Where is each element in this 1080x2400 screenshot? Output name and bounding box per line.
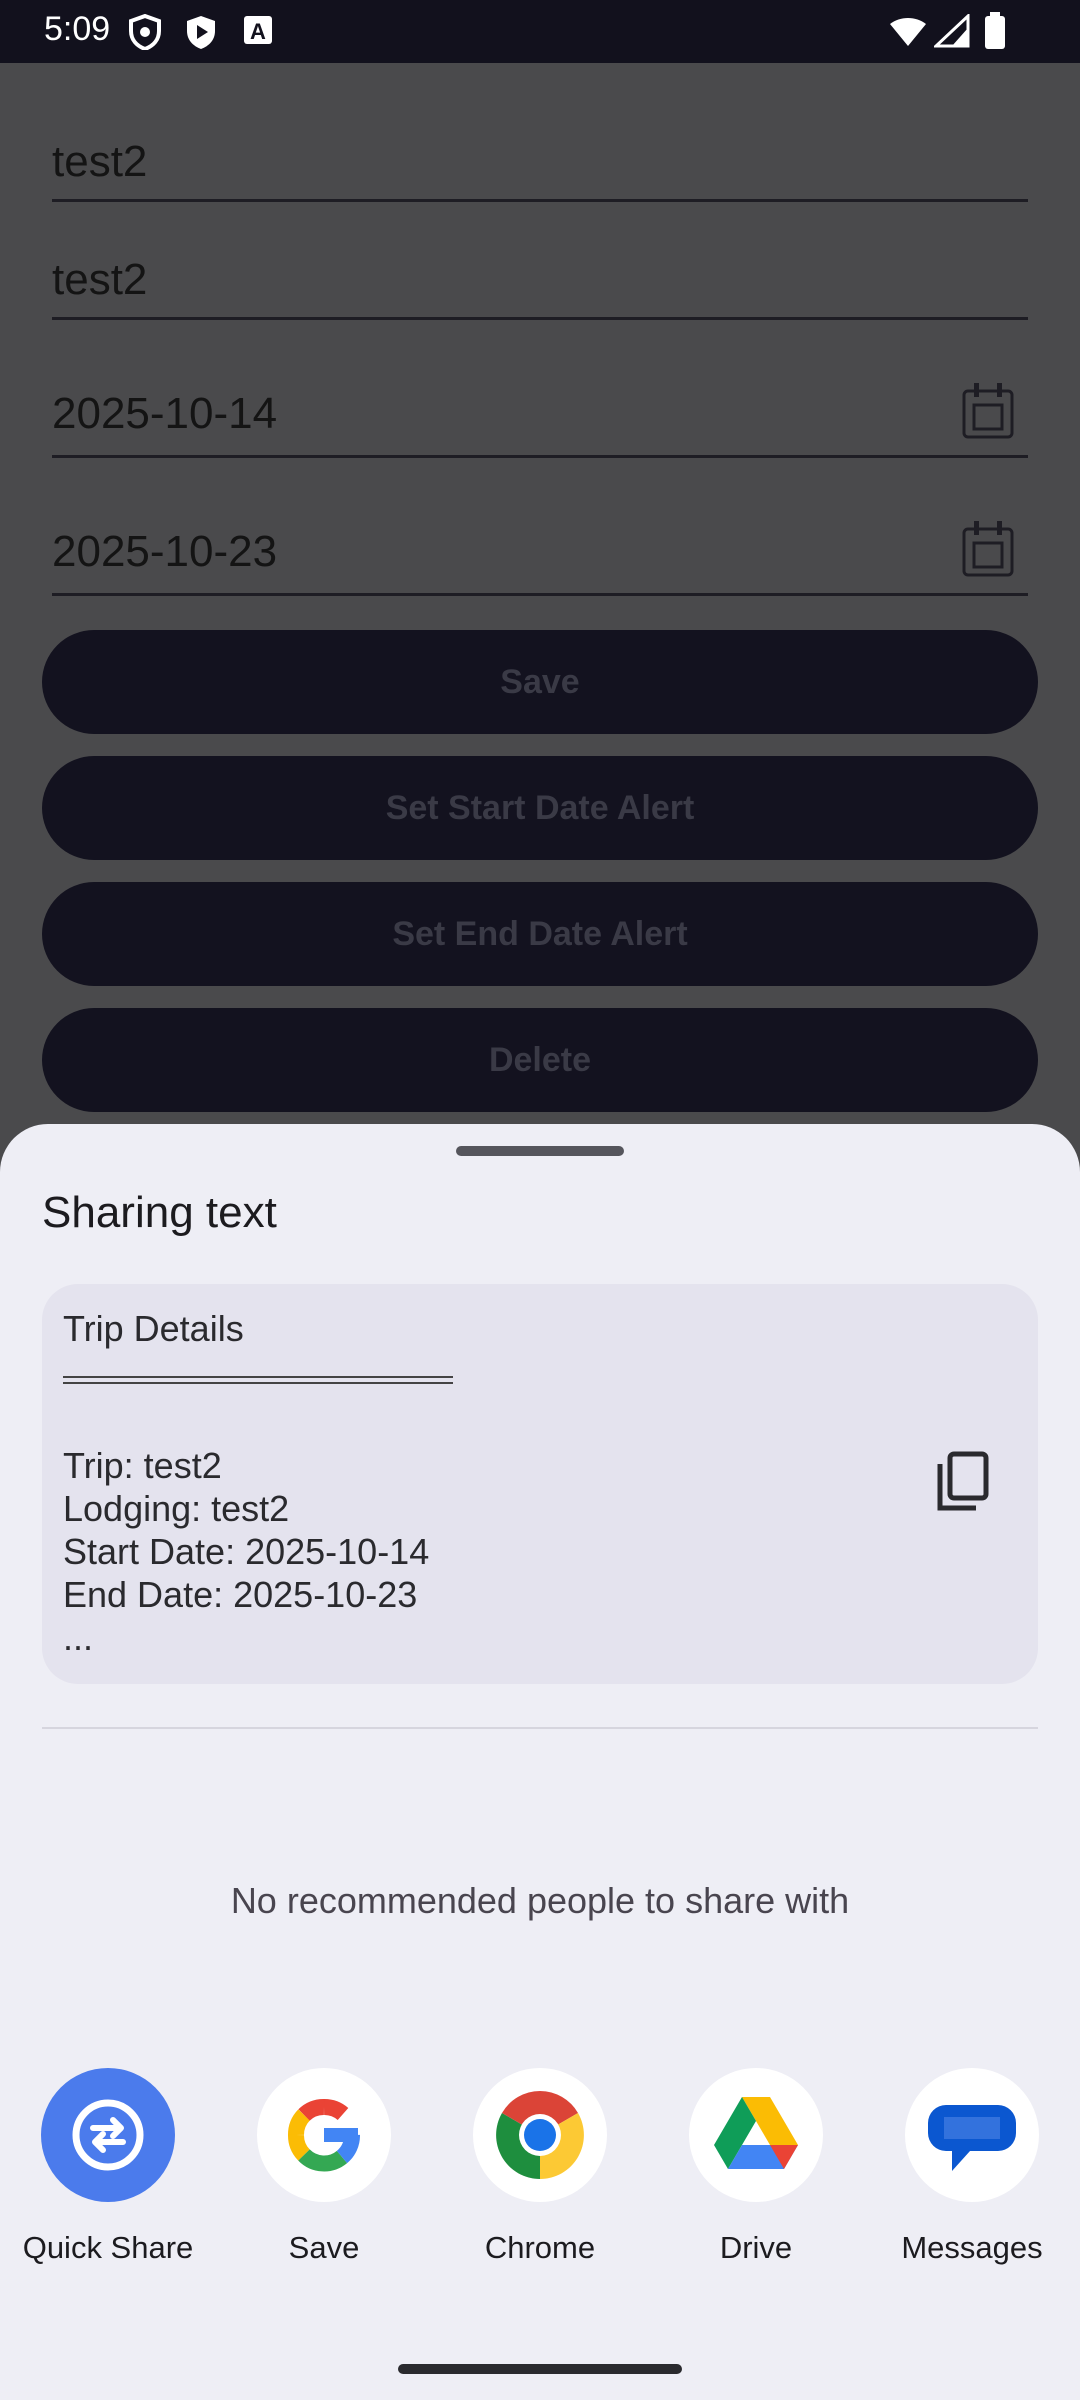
set-start-date-alert-button[interactable]: Set Start Date Alert [42, 756, 1038, 860]
share-target-chrome[interactable]: Chrome [440, 2068, 640, 2266]
end-date-field[interactable]: 2025-10-23 [52, 511, 1028, 596]
trip-name-field[interactable]: test2 [52, 137, 1028, 202]
preview-line: Trip: test2 [63, 1445, 222, 1486]
signal-icon [934, 14, 970, 48]
share-sheet: Sharing text Trip Details Trip: test2 Lo… [0, 1124, 1080, 2400]
calendar-icon[interactable] [960, 381, 1016, 441]
share-target-messages[interactable]: Messages [872, 2068, 1072, 2266]
drive-icon [689, 2068, 823, 2202]
battery-icon [985, 12, 1005, 49]
section-divider [42, 1727, 1038, 1729]
shield-icon [129, 14, 161, 50]
gesture-nav-bar[interactable] [398, 2364, 682, 2374]
share-target-label: Drive [719, 2230, 793, 2265]
copy-icon[interactable] [932, 1450, 992, 1514]
status-time: 5:09 [44, 10, 111, 48]
end-date-value: 2025-10-23 [52, 527, 278, 576]
save-button[interactable]: Save [42, 630, 1038, 734]
start-date-value: 2025-10-14 [52, 389, 278, 438]
messages-icon [905, 2068, 1039, 2202]
preview-line: Start Date: 2025-10-14 [63, 1531, 430, 1572]
trip-name-value: test2 [52, 137, 148, 186]
font-a-icon: A [244, 16, 272, 44]
start-date-field[interactable]: 2025-10-14 [52, 373, 1028, 458]
wifi-icon [890, 18, 926, 46]
lodging-value: test2 [52, 255, 148, 304]
preview-divider [63, 1376, 453, 1384]
share-target-drive[interactable]: Drive [656, 2068, 856, 2266]
quick-share-icon [41, 2068, 175, 2202]
no-recommendations-text: No recommended people to share with [230, 1880, 850, 1921]
preview-line: Lodging: test2 [63, 1488, 290, 1529]
text-preview-card: Trip Details Trip: test2 Lodging: test2 … [42, 1284, 1038, 1684]
status-bar: 5:09 A [0, 0, 1080, 63]
sheet-title: Sharing text [42, 1188, 277, 1237]
trip-edit-screen: test2 test2 2025-10-14 2025-10-23 Save S… [0, 63, 1080, 1135]
lodging-field[interactable]: test2 [52, 255, 1028, 320]
share-target-label: Chrome [484, 2230, 596, 2265]
preview-line: ... [63, 1617, 94, 1658]
share-target-label: Save [288, 2230, 360, 2265]
calendar-icon[interactable] [960, 519, 1016, 579]
drag-handle[interactable] [456, 1146, 624, 1156]
share-target-save[interactable]: Save [224, 2068, 424, 2266]
share-targets: Quick Share Save Chrome Drive Messages [0, 2068, 1080, 2298]
preview-line: End Date: 2025-10-23 [63, 1574, 418, 1615]
preview-body: Trip: test2 Lodging: test2 Start Date: 2… [63, 1444, 429, 1659]
share-target-label: Messages [901, 2230, 1043, 2265]
share-target-quick-share[interactable]: Quick Share [8, 2068, 208, 2266]
google-icon [257, 2068, 391, 2202]
play-protect-icon [187, 16, 215, 49]
chrome-icon [473, 2068, 607, 2202]
set-end-date-alert-button[interactable]: Set End Date Alert [42, 882, 1038, 986]
share-target-label: Quick Share [22, 2230, 194, 2265]
svg-text:A: A [250, 19, 266, 44]
preview-title: Trip Details [63, 1308, 244, 1349]
delete-button[interactable]: Delete [42, 1008, 1038, 1112]
